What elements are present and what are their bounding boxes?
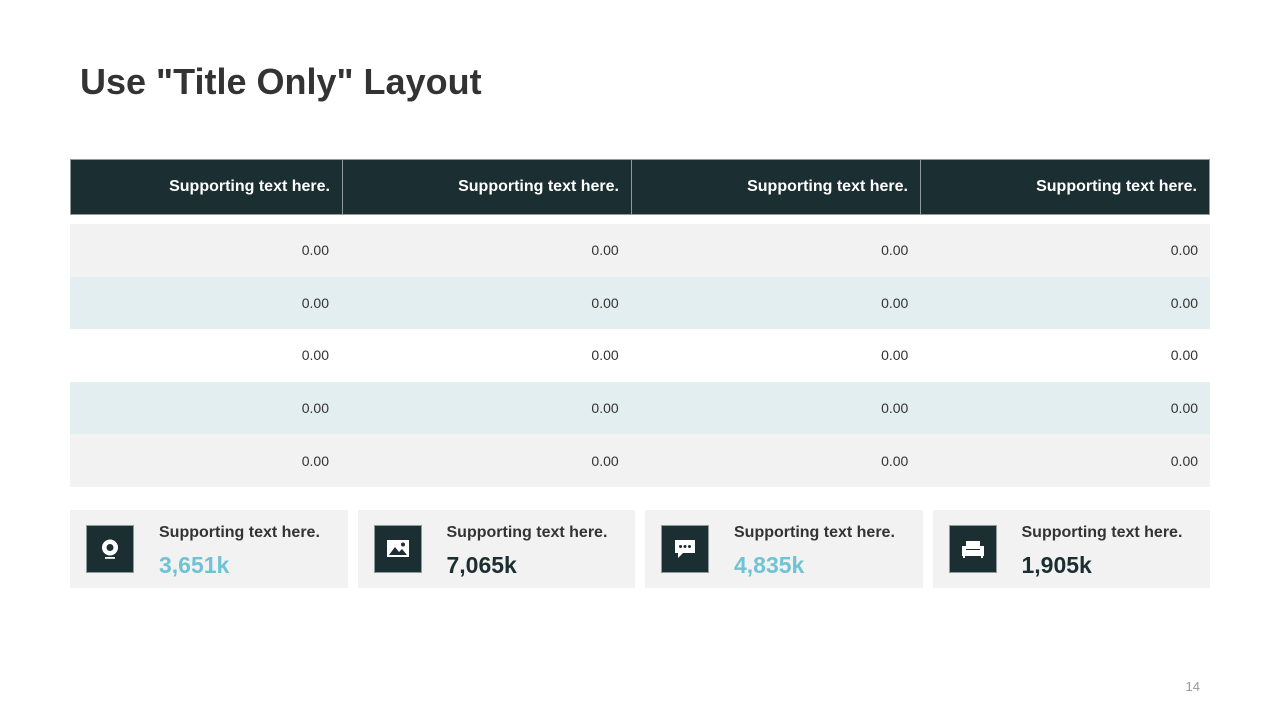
page-number: 14: [1185, 679, 1200, 694]
data-table: Supporting text here. Supporting text he…: [70, 159, 1210, 487]
stat-card: Supporting text here. 4,835k: [645, 510, 923, 588]
stat-label: Supporting text here.: [1021, 524, 1183, 541]
table-cell: 0.00: [881, 452, 909, 469]
stat-label: Supporting text here.: [446, 524, 608, 541]
table-cell: 0.00: [1170, 347, 1199, 364]
table-header-row: Supporting text here. Supporting text he…: [70, 159, 1210, 215]
table-cell: 0.00: [881, 347, 909, 364]
stat-label: Supporting text here.: [734, 524, 895, 541]
stat-card: Supporting text here. 7,065k: [357, 510, 635, 588]
table-cell: 0.00: [301, 294, 329, 311]
table-header-cell: Supporting text here.: [920, 160, 1209, 214]
table-cell: 0.00: [881, 400, 909, 417]
stat-value: 1,905k: [1021, 552, 1092, 578]
webcam-icon: [86, 525, 134, 573]
table-cell: 0.00: [881, 294, 909, 311]
stat-card: Supporting text here. 3,651k: [70, 510, 348, 588]
table-row: 0.00 0.00 0.00 0.00: [70, 329, 1210, 382]
table-header-cell: Supporting text here.: [169, 178, 330, 195]
table-cell: 0.00: [591, 347, 619, 364]
table-cell: 0.00: [591, 452, 619, 469]
table-cell: 0.00: [1170, 452, 1199, 469]
table-cell: 0.00: [881, 242, 909, 259]
stat-value: 4,835k: [734, 552, 805, 578]
image-icon: [373, 525, 422, 573]
table-cell: 0.00: [591, 294, 619, 311]
stat-value: 7,065k: [446, 552, 517, 578]
table-row: 0.00 0.00 0.00 0.00: [70, 381, 1210, 435]
stat-label: Supporting text here.: [159, 524, 320, 541]
table-cell: 0.00: [1170, 242, 1199, 259]
table-cell: 0.00: [301, 452, 329, 469]
table-cell: 0.00: [301, 400, 329, 417]
sofa-icon: [948, 525, 997, 573]
table-cell: 0.00: [301, 347, 329, 364]
table-row: 0.00 0.00 0.00 0.00: [70, 434, 1210, 487]
table-header-cell: Supporting text here.: [342, 160, 631, 214]
stat-value: 3,651k: [159, 552, 230, 578]
table-row: 0.00 0.00 0.00 0.00: [70, 224, 1210, 277]
chat-icon: [661, 525, 709, 573]
table-header-cell: Supporting text here.: [631, 160, 920, 214]
slide-title: Use "Title Only" Layout: [80, 61, 482, 102]
stat-card: Supporting text here. 1,905k: [932, 510, 1210, 588]
table-cell: 0.00: [591, 242, 619, 259]
table-cell: 0.00: [301, 242, 329, 259]
table-cell: 0.00: [591, 400, 619, 417]
table-cell: 0.00: [1170, 294, 1199, 311]
stats-row: Supporting text here. 3,651k Supporting …: [70, 510, 1210, 588]
table-row: 0.00 0.00 0.00 0.00: [70, 276, 1210, 330]
table-cell: 0.00: [1170, 400, 1199, 417]
